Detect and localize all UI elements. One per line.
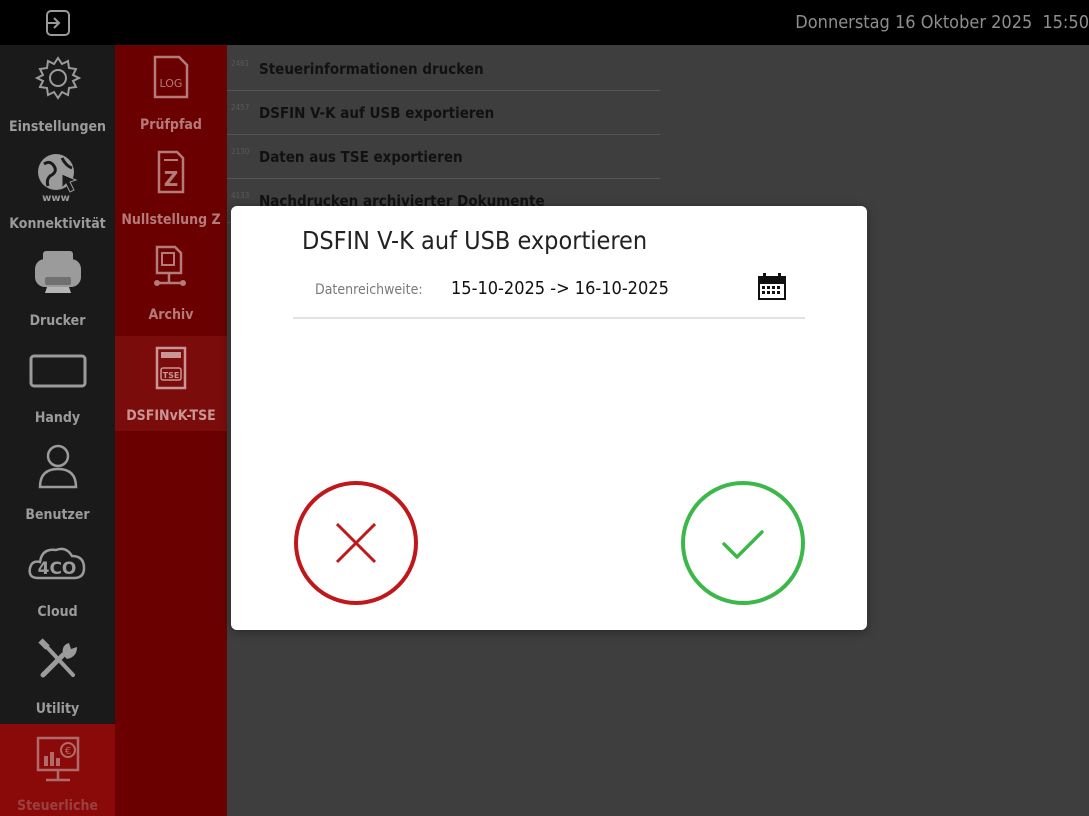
list-item-code: 2130 bbox=[231, 147, 250, 156]
subnav-item-label: Archiv bbox=[148, 307, 194, 323]
user-icon bbox=[38, 444, 77, 489]
subnav-item-archiv[interactable]: Archiv bbox=[115, 235, 227, 330]
sidebar-item-einstellungen[interactable]: Einstellungen bbox=[0, 45, 115, 142]
fiscal-monitor-icon: € bbox=[36, 736, 79, 782]
subnav-item-dsfinvk-tse[interactable]: TSE DSFINvK-TSE bbox=[115, 336, 227, 431]
list-item[interactable]: 2457 DSFIN V-K auf USB exportieren bbox=[227, 91, 660, 135]
calendar-icon bbox=[758, 273, 786, 300]
export-dialog: DSFIN V-K auf USB exportieren Datenreich… bbox=[231, 206, 867, 630]
list-item-name: Steuerinformationen drucken bbox=[259, 60, 484, 78]
list-item[interactable]: 2130 Daten aus TSE exportieren bbox=[227, 135, 660, 179]
sidebar-item-label: Cloud bbox=[37, 604, 78, 620]
time-label: 15:50 bbox=[1042, 12, 1089, 33]
archive-icon bbox=[154, 245, 186, 286]
cancel-x-icon bbox=[294, 481, 418, 605]
subnav-item-label: DSFINvK-TSE bbox=[126, 408, 216, 424]
confirm-check-icon bbox=[681, 481, 805, 605]
list-item-code: 4133 bbox=[231, 191, 250, 200]
globe-www-icon: www bbox=[37, 154, 77, 204]
sidebar-item-label: Steuerliche bbox=[17, 798, 98, 814]
log-file-icon: LOG bbox=[153, 55, 189, 99]
svg-text:€: € bbox=[64, 746, 70, 757]
sidebar-item-label: Benutzer bbox=[25, 507, 90, 523]
list-item-name: Daten aus TSE exportieren bbox=[259, 148, 463, 166]
sidebar-item-utility[interactable]: Utility bbox=[0, 627, 115, 724]
sub-navigation: LOG Prüfpfad Z Nullstellung Z Archiv TSE… bbox=[115, 45, 227, 816]
date-label: Donnerstag 16 Oktober 2025 bbox=[795, 12, 1033, 33]
cancel-button[interactable] bbox=[293, 480, 419, 606]
top-bar: Donnerstag 16 Oktober 2025 15:50 bbox=[0, 0, 1089, 45]
list-item-code: 2461 bbox=[231, 59, 250, 68]
sidebar: Einstellungen www Konnektivität Drucker … bbox=[0, 45, 115, 816]
sidebar-item-label: Konnektivität bbox=[9, 216, 106, 232]
gear-icon bbox=[34, 56, 81, 100]
tablet-icon bbox=[29, 354, 86, 388]
tse-badge: TSE bbox=[163, 371, 180, 380]
sidebar-item-label: Utility bbox=[35, 701, 80, 717]
sidebar-item-cloud[interactable]: 4CO Cloud bbox=[0, 530, 115, 627]
date-range-value[interactable]: 15-10-2025 -> 16-10-2025 bbox=[451, 278, 669, 299]
list-item-name: DSFIN V-K auf USB exportieren bbox=[259, 104, 495, 122]
sidebar-item-label: Einstellungen bbox=[8, 119, 107, 135]
svg-text:4CO: 4CO bbox=[37, 559, 76, 579]
subnav-item-pruefpfad[interactable]: LOG Prüfpfad bbox=[115, 45, 227, 140]
log-badge: LOG bbox=[160, 77, 183, 90]
list-item[interactable]: 2461 Steuerinformationen drucken bbox=[227, 47, 660, 91]
sidebar-item-steuerliche[interactable]: € Steuerliche bbox=[0, 724, 115, 816]
tse-card-icon: TSE bbox=[155, 346, 187, 390]
clock: Donnerstag 16 Oktober 2025 15:50 bbox=[795, 0, 1089, 45]
subnav-item-label: Nullstellung Z bbox=[121, 212, 221, 228]
cloud-4co-icon: 4CO bbox=[27, 547, 85, 580]
tools-icon bbox=[37, 638, 77, 678]
logout-button[interactable] bbox=[0, 0, 115, 45]
list-item-code: 2457 bbox=[231, 103, 250, 112]
date-range-label: Datenreichweite: bbox=[315, 282, 423, 298]
z-report-icon: Z bbox=[157, 150, 185, 194]
dialog-title: DSFIN V-K auf USB exportieren bbox=[302, 226, 648, 255]
subnav-item-label: Prüfpfad bbox=[140, 117, 202, 133]
svg-text:www: www bbox=[42, 193, 70, 204]
sidebar-item-benutzer[interactable]: Benutzer bbox=[0, 433, 115, 530]
sidebar-item-handy[interactable]: Handy bbox=[0, 336, 115, 433]
calendar-button[interactable] bbox=[755, 272, 789, 302]
logout-icon bbox=[45, 9, 70, 36]
z-badge: Z bbox=[164, 167, 179, 191]
divider bbox=[293, 317, 805, 319]
sidebar-item-drucker[interactable]: Drucker bbox=[0, 239, 115, 336]
subnav-item-nullstellung[interactable]: Z Nullstellung Z bbox=[115, 140, 227, 235]
printer-icon bbox=[34, 251, 81, 293]
sidebar-item-label: Handy bbox=[34, 410, 81, 426]
sidebar-item-label: Drucker bbox=[29, 313, 86, 329]
sidebar-item-konnektivitaet[interactable]: www Konnektivität bbox=[0, 142, 115, 239]
confirm-button[interactable] bbox=[680, 480, 806, 606]
